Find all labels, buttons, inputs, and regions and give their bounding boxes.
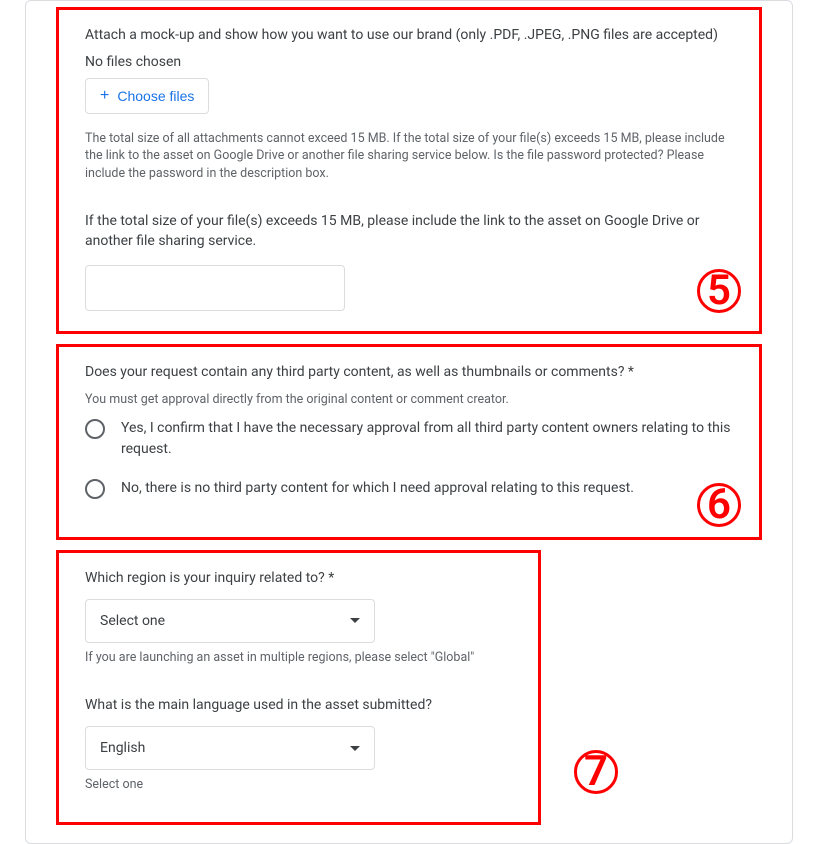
language-select[interactable]: English [85, 726, 375, 770]
radio-yes-label: Yes, I confirm that I have the necessary… [121, 418, 733, 460]
section-region-language: Which region is your inquiry related to?… [56, 550, 541, 824]
choose-files-label: Choose files [117, 88, 194, 104]
annotation-6: 6 [697, 483, 741, 527]
choose-files-button[interactable]: + Choose files [85, 78, 209, 114]
radio-yes[interactable] [85, 419, 105, 439]
attach-question: Attach a mock-up and show how you want t… [85, 26, 733, 46]
annotation-5: 5 [697, 269, 741, 313]
radio-no-label: No, there is no third party content for … [121, 478, 634, 499]
chevron-down-icon [350, 746, 360, 751]
radio-no[interactable] [85, 479, 105, 499]
no-files-text: No files chosen [85, 54, 733, 70]
asset-link-input[interactable] [85, 265, 345, 311]
section-attach-mockup: Attach a mock-up and show how you want t… [56, 7, 762, 334]
region-question: Which region is your inquiry related to?… [85, 569, 512, 589]
third-party-helper: You must get approval directly from the … [85, 391, 733, 409]
language-helper: Select one [85, 776, 512, 794]
chevron-down-icon [350, 618, 360, 623]
region-select[interactable]: Select one [85, 599, 375, 643]
form-card: Attach a mock-up and show how you want t… [25, 0, 793, 844]
link-question: If the total size of your file(s) exceed… [85, 212, 733, 251]
language-question: What is the main language used in the as… [85, 696, 512, 716]
region-select-value: Select one [100, 613, 165, 629]
radio-row-no[interactable]: No, there is no third party content for … [85, 478, 733, 499]
radio-row-yes[interactable]: Yes, I confirm that I have the necessary… [85, 418, 733, 460]
attach-helper-text: The total size of all attachments cannot… [85, 130, 733, 183]
section-third-party: Does your request contain any third part… [56, 344, 762, 540]
third-party-radio-group: Yes, I confirm that I have the necessary… [85, 418, 733, 499]
annotation-7: 7 [574, 750, 618, 794]
third-party-question: Does your request contain any third part… [85, 363, 733, 383]
region-helper: If you are launching an asset in multipl… [85, 649, 512, 667]
language-select-value: English [100, 740, 145, 756]
plus-icon: + [100, 87, 109, 105]
